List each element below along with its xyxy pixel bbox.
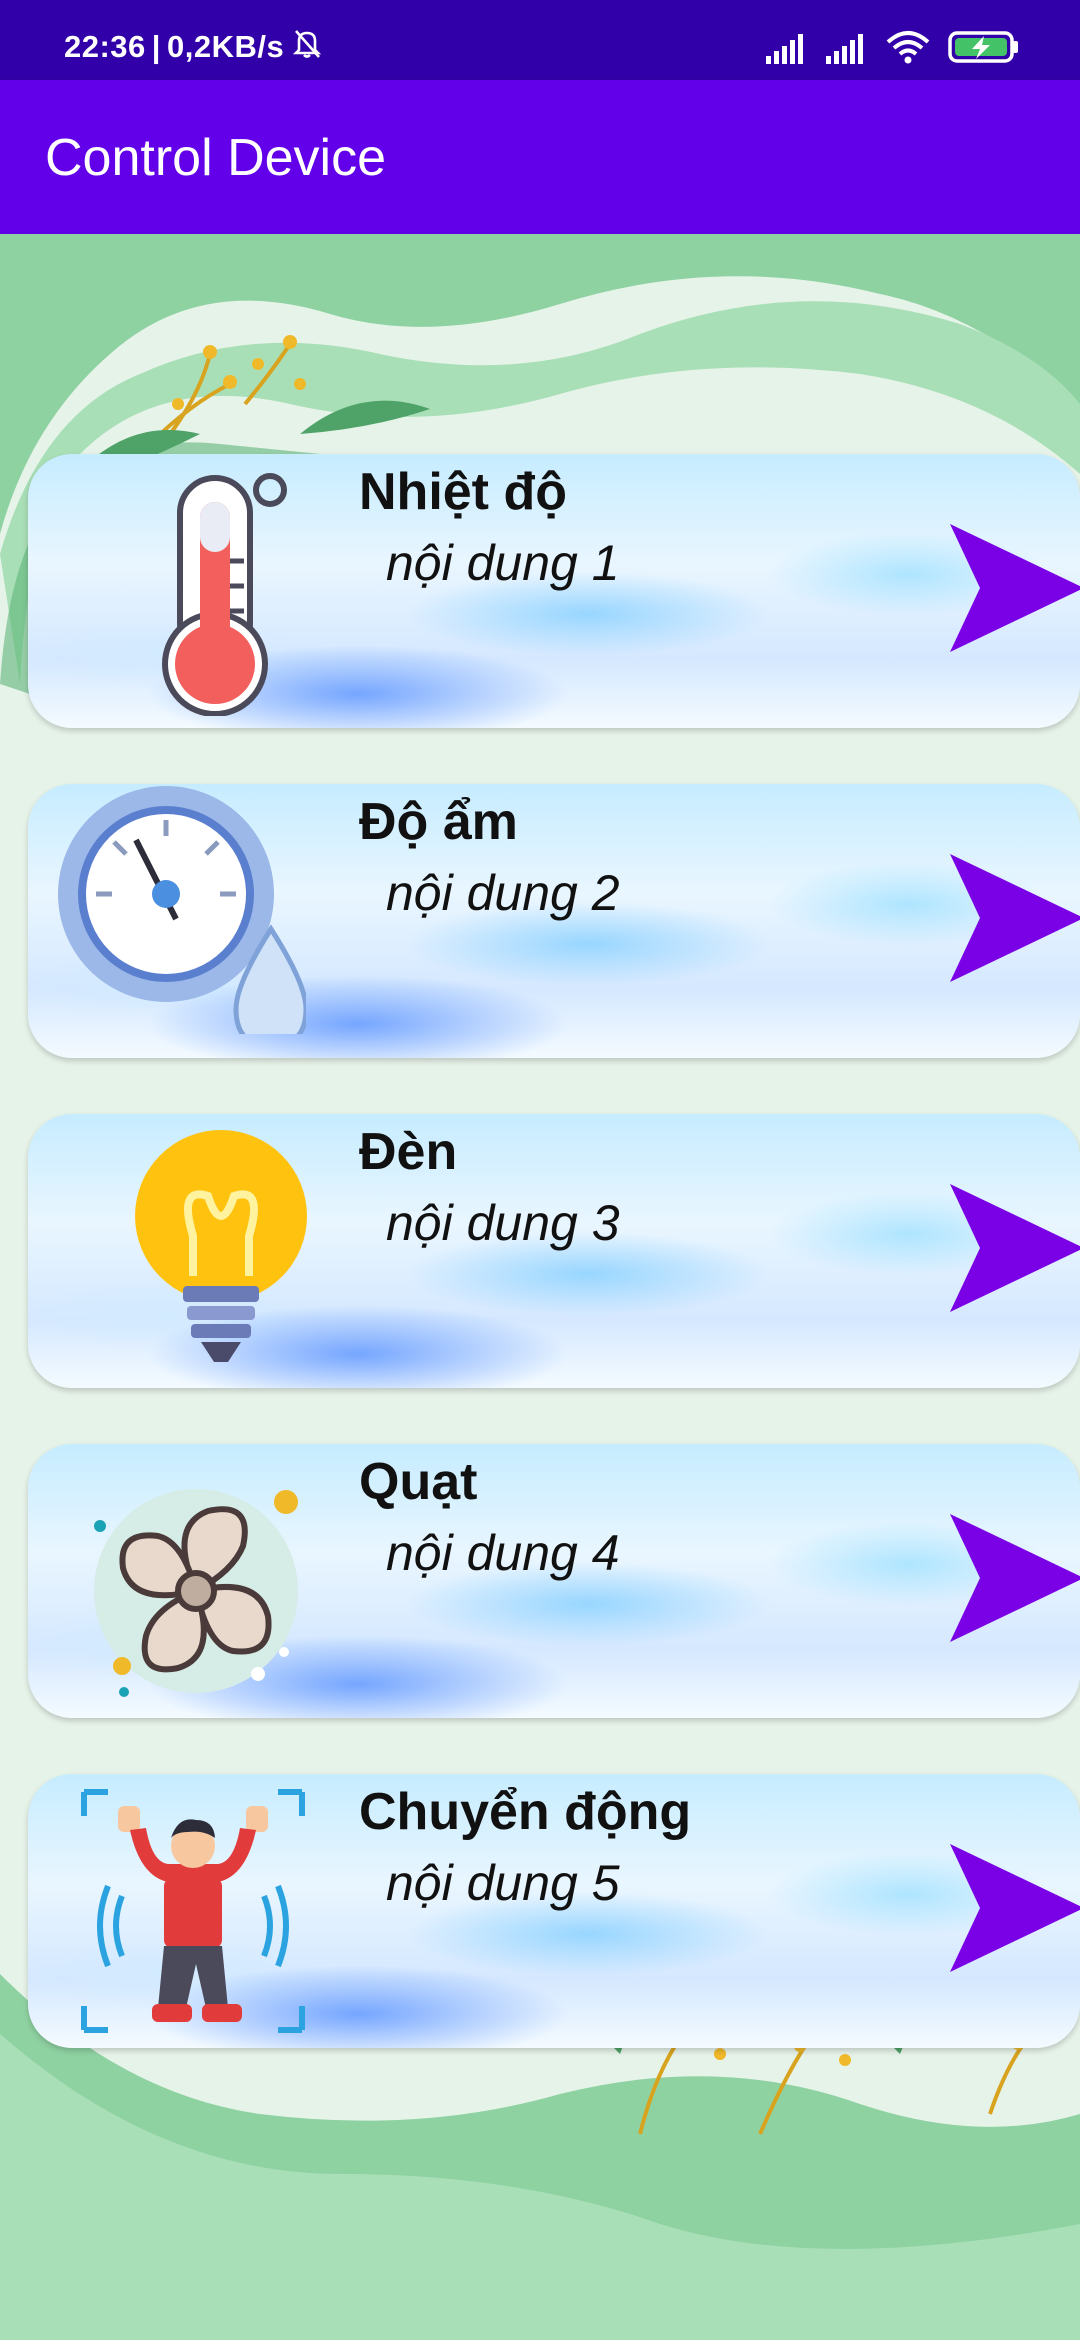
network-speed: 0,2KB/s bbox=[166, 29, 285, 64]
card-temperature[interactable]: Nhiệt độ nội dung 1 bbox=[28, 454, 1080, 728]
card-motion[interactable]: Chuyển động nội dung 5 bbox=[28, 1774, 1080, 2048]
bell-muted-icon bbox=[290, 26, 324, 68]
card-title: Chuyển động bbox=[359, 1783, 692, 1841]
fan-icon bbox=[94, 1489, 298, 1697]
clock: 22:36 bbox=[64, 29, 146, 64]
arrow-right-icon[interactable] bbox=[944, 848, 1080, 988]
card-subtitle: nội dung 1 bbox=[386, 535, 620, 591]
light-bulb-icon bbox=[135, 1130, 307, 1362]
arrow-right-icon[interactable] bbox=[944, 1838, 1080, 1978]
signal-icon-1 bbox=[766, 34, 808, 69]
card-title: Quạt bbox=[359, 1453, 478, 1511]
status-bar: 22:36 | 0,2KB/s bbox=[0, 0, 1080, 80]
status-left: 22:36 | 0,2KB/s bbox=[64, 26, 324, 68]
status-right bbox=[766, 30, 1020, 69]
card-subtitle: nội dung 5 bbox=[386, 1855, 620, 1911]
app-bar: Control Device bbox=[0, 80, 1080, 234]
thermometer-icon bbox=[162, 473, 287, 716]
card-subtitle: nội dung 2 bbox=[386, 865, 620, 921]
card-title: Nhiệt độ bbox=[359, 463, 567, 521]
wifi-icon bbox=[886, 30, 930, 69]
humidity-gauge-icon bbox=[58, 786, 306, 1034]
card-subtitle: nội dung 3 bbox=[386, 1195, 620, 1251]
battery-charging-icon bbox=[948, 30, 1020, 69]
signal-icon-2 bbox=[826, 34, 868, 69]
card-title: Đèn bbox=[359, 1123, 458, 1181]
card-humidity[interactable]: Độ ẩm nội dung 2 bbox=[28, 784, 1080, 1058]
card-subtitle: nội dung 4 bbox=[386, 1525, 620, 1581]
arrow-right-icon[interactable] bbox=[944, 518, 1080, 658]
card-light[interactable]: Đèn nội dung 3 bbox=[28, 1114, 1080, 1388]
page-title: Control Device bbox=[45, 129, 387, 187]
motion-person-icon bbox=[81, 1789, 305, 2033]
arrow-right-icon[interactable] bbox=[944, 1178, 1080, 1318]
card-title: Độ ẩm bbox=[359, 793, 518, 851]
status-separator: | bbox=[151, 29, 161, 64]
content-area: Nhiệt độ nội dung 1 Độ ẩm nội dung 2 Đèn… bbox=[0, 234, 1080, 2340]
card-fan[interactable]: Quạt nội dung 4 bbox=[28, 1444, 1080, 1718]
arrow-right-icon[interactable] bbox=[944, 1508, 1080, 1648]
